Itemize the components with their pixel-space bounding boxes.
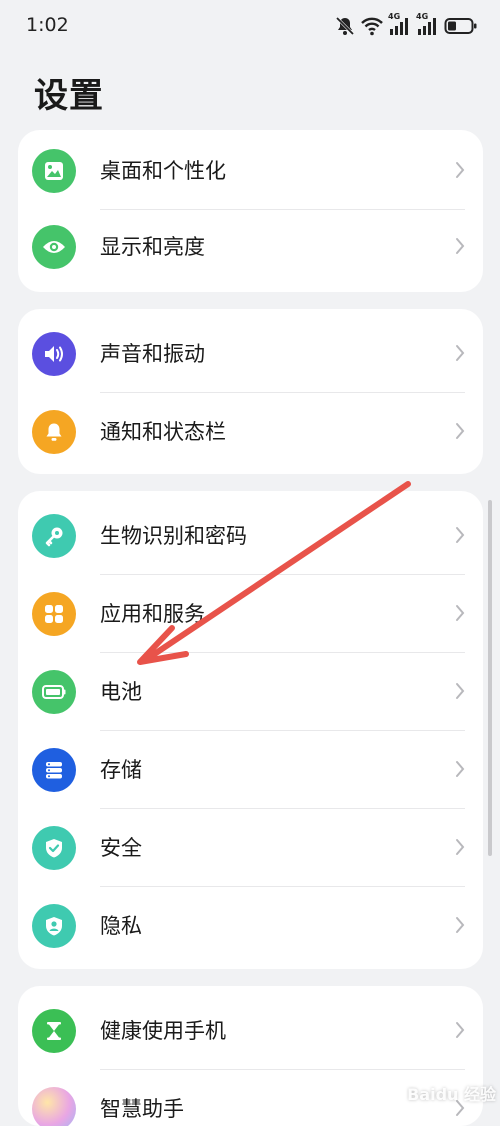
speaker-icon [32,332,76,376]
settings-item-biometrics-password[interactable]: 生物识别和密码 [18,497,483,575]
storage-icon [32,748,76,792]
settings-item-security[interactable]: 安全 [18,809,483,887]
chevron-right-icon [456,761,465,777]
chevron-right-icon [456,238,465,254]
signal-4g-icon: 4G [388,12,412,37]
chevron-right-icon [456,605,465,621]
mute-bell-icon [334,15,356,37]
page-title: 设置 [34,76,104,116]
battery-icon [444,15,478,37]
signal-4g-icon: 4G [416,12,440,37]
chevron-right-icon [456,345,465,361]
chevron-right-icon [456,839,465,855]
chevron-right-icon [456,527,465,543]
chevron-right-icon [456,1022,465,1038]
chevron-right-icon [456,917,465,933]
battery-icon [32,670,76,714]
settings-item-storage[interactable]: 存储 [18,731,483,809]
settings-item-label: 生物识别和密码 [100,524,247,548]
settings-item-privacy[interactable]: 隐私 [18,887,483,965]
settings-item-label: 声音和振动 [100,342,205,366]
settings-item-apps-services[interactable]: 应用和服务 [18,575,483,653]
status-icons: 4G 4G [334,12,478,40]
hourglass-icon [32,1009,76,1053]
apps-grid-icon [32,592,76,636]
settings-item-sound-vibration[interactable]: 声音和振动 [18,315,483,393]
settings-item-healthy-phone-use[interactable]: 健康使用手机 [18,992,483,1070]
status-time: 1:02 [26,14,69,36]
eye-icon [32,225,76,269]
settings-item-label: 桌面和个性化 [100,159,226,183]
paw-icon [386,1085,402,1101]
settings-item-label: 隐私 [100,914,142,938]
chevron-right-icon [456,683,465,699]
wallpaper-icon [32,149,76,193]
wifi-icon [360,15,384,37]
settings-item-label: 通知和状态栏 [100,420,226,444]
settings-item-label: 存储 [100,758,142,782]
settings-item-label: 电池 [100,680,142,704]
settings-group-wellbeing: 健康使用手机 智慧助手 [18,986,483,1126]
settings-item-label: 智慧助手 [100,1097,184,1121]
scrollbar[interactable] [488,500,492,856]
settings-item-desktop-personalization[interactable]: 桌面和个性化 [18,132,483,210]
chevron-right-icon [456,162,465,178]
settings-item-label: 显示和亮度 [100,235,205,259]
chevron-right-icon [456,423,465,439]
bell-icon [32,410,76,454]
settings-item-label: 应用和服务 [100,602,205,626]
settings-group-personalization: 桌面和个性化 显示和亮度 [18,130,483,292]
settings-group-system: 生物识别和密码 应用和服务 电池 存储 安全 隐私 [18,491,483,969]
settings-item-label: 安全 [100,836,142,860]
shield-check-icon [32,826,76,870]
status-bar: 1:02 4G 4G [0,0,500,52]
settings-item-display-brightness[interactable]: 显示和亮度 [18,208,483,286]
watermark-logo: Baidu 经验 [384,1081,496,1105]
settings-item-notifications-statusbar[interactable]: 通知和状态栏 [18,393,483,471]
settings-item-battery[interactable]: 电池 [18,653,483,731]
privacy-shield-icon [32,904,76,948]
settings-group-sound-notify: 声音和振动 通知和状态栏 [18,309,483,474]
key-icon [32,514,76,558]
settings-item-label: 健康使用手机 [100,1019,226,1043]
assistant-icon [32,1087,76,1126]
watermark-text: Baidu 经验 [407,1085,496,1104]
